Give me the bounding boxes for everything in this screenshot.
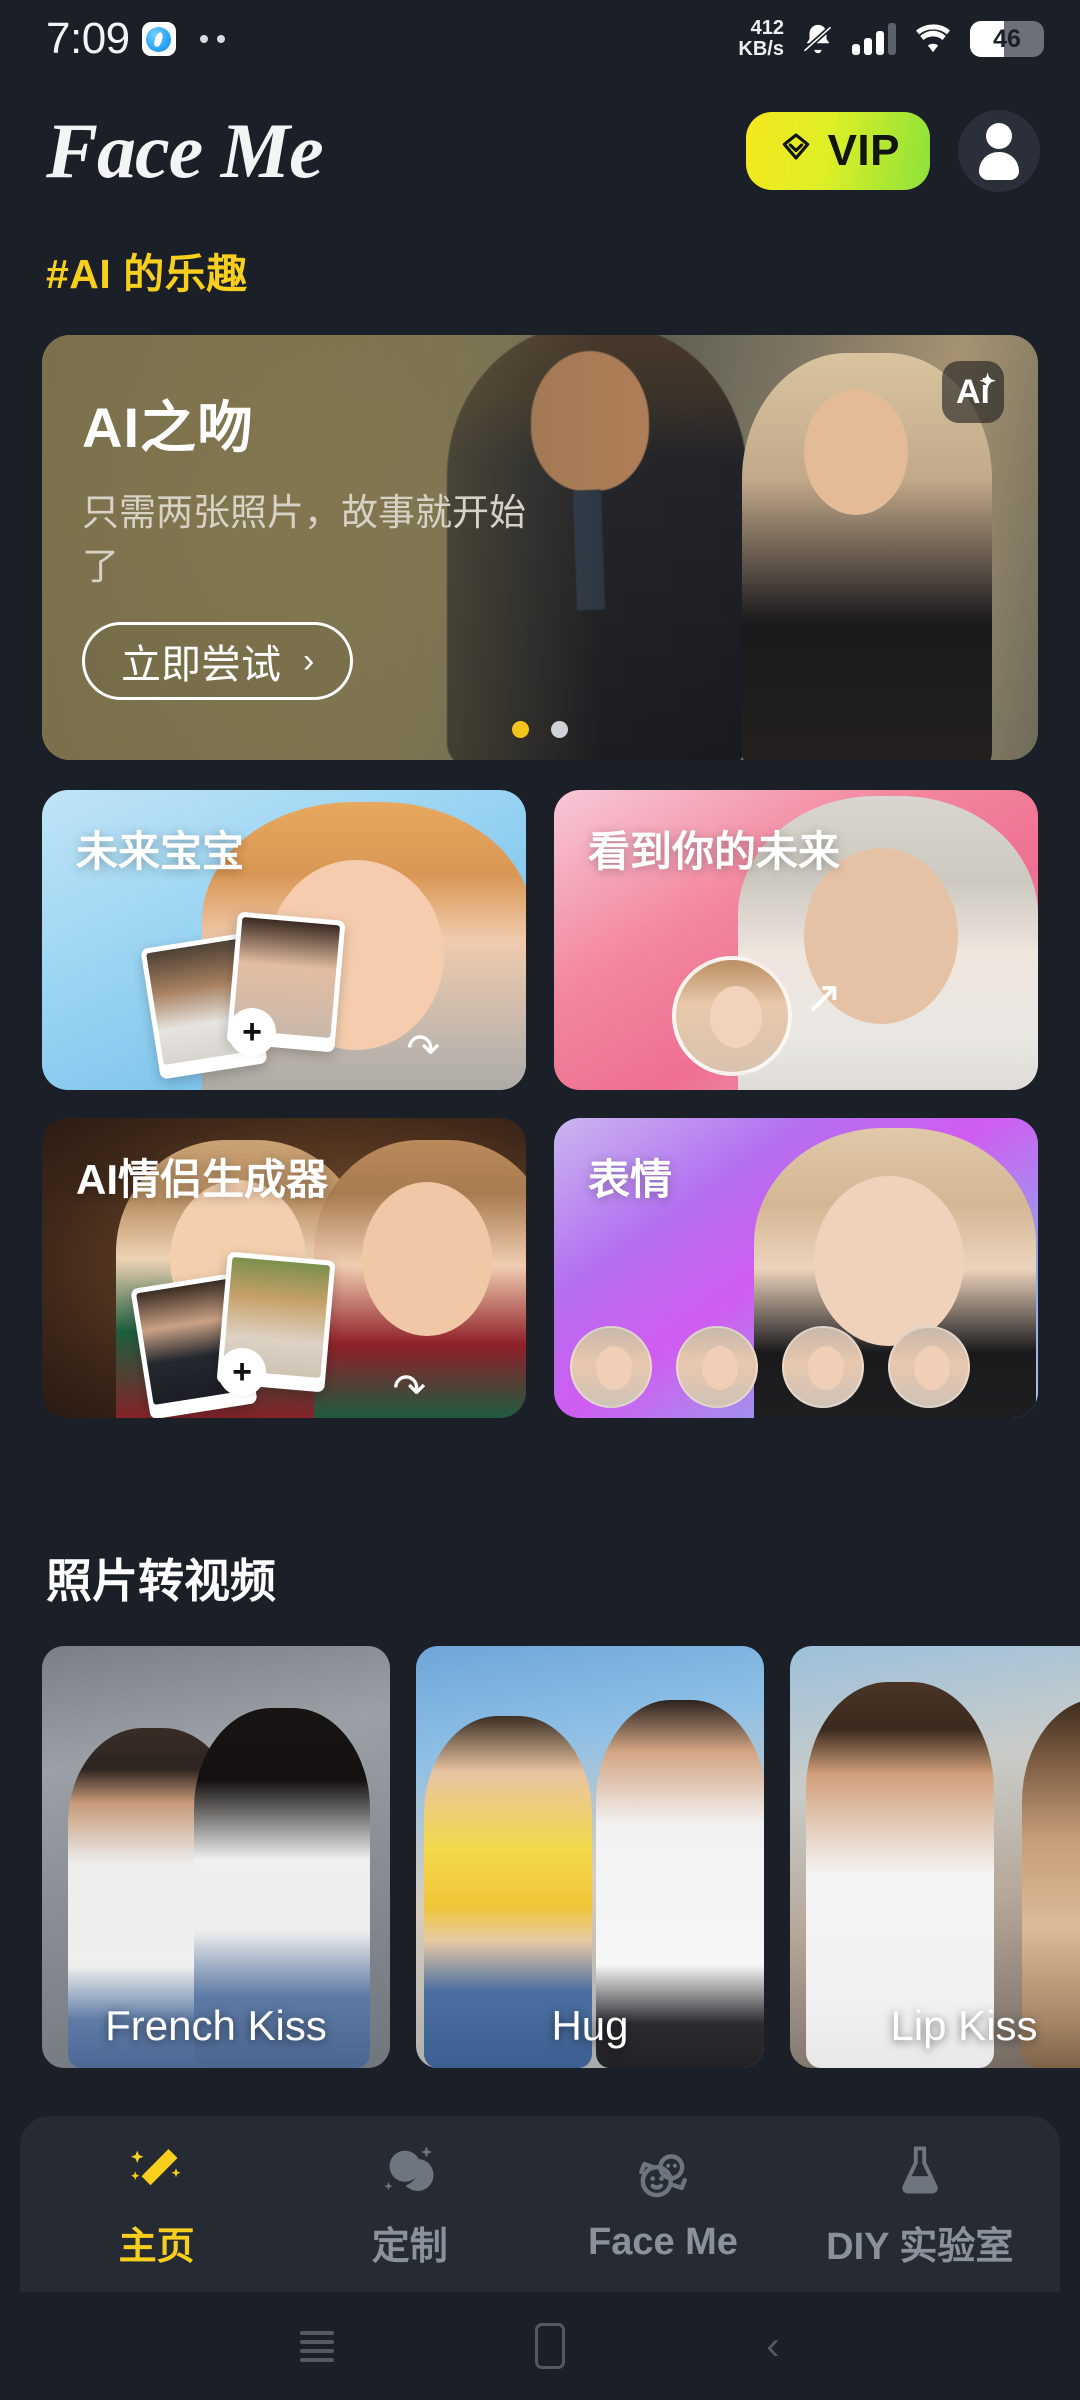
up-arrow-icon: ↗ bbox=[804, 971, 843, 1023]
bell-muted-icon bbox=[801, 22, 835, 56]
feature-card-label: AI情侣生成器 bbox=[76, 1156, 329, 1203]
home-icon[interactable] bbox=[535, 2323, 566, 2369]
cellular-signal-icon bbox=[852, 23, 896, 55]
section-title-ai-fun: #AI 的乐趣 bbox=[46, 251, 248, 297]
back-icon[interactable]: ‹ bbox=[766, 2326, 779, 2366]
user-avatar-icon[interactable] bbox=[958, 110, 1040, 192]
network-speed: 412 KB/s bbox=[738, 17, 784, 60]
recents-icon[interactable] bbox=[300, 2326, 335, 2367]
tab-face-me[interactable]: Face Me bbox=[573, 2145, 753, 2264]
magic-wand-icon bbox=[127, 2139, 187, 2201]
diamond-icon bbox=[776, 129, 816, 174]
notification-dots-icon bbox=[199, 35, 225, 43]
header-actions: VIP bbox=[745, 110, 1040, 192]
photo-pair-artwork: + bbox=[130, 1242, 390, 1418]
chevron-right-icon: › bbox=[303, 641, 315, 680]
tab-label: DIY 实验室 bbox=[826, 2225, 1014, 2268]
swirl-arrow-icon: ↷ bbox=[406, 1027, 440, 1071]
carousel-dot-1[interactable] bbox=[512, 721, 529, 738]
feature-card-label: 看到你的未来 bbox=[588, 828, 841, 875]
expression-thumb bbox=[888, 1326, 970, 1408]
face-sparkle-icon bbox=[380, 2139, 440, 2201]
status-bar: 7:09 412 KB/s 46 bbox=[0, 0, 1080, 78]
battery-indicator: 46 bbox=[970, 21, 1044, 57]
compass-icon bbox=[141, 22, 176, 56]
feature-card-grid: + ↷ 未来宝宝 ↗ 看到你的未来 + ↷ AI情侣生成器 表情 bbox=[42, 790, 1038, 1418]
feature-card-future-baby[interactable]: + ↷ 未来宝宝 bbox=[42, 790, 526, 1090]
expression-thumbnails bbox=[570, 1326, 970, 1408]
feature-card-ai-couple-generator[interactable]: + ↷ AI情侣生成器 bbox=[42, 1118, 526, 1418]
status-bar-right: 412 KB/s 46 bbox=[738, 18, 1044, 60]
ai-badge-icon: Ai ✦ bbox=[942, 361, 1004, 423]
plus-icon: + bbox=[218, 1348, 266, 1396]
vip-label: VIP bbox=[827, 126, 900, 175]
feature-card-see-your-future[interactable]: ↗ 看到你的未来 bbox=[554, 790, 1038, 1090]
app-screen: 7:09 412 KB/s 46 Face Me VIP #AI 的乐趣 Ai … bbox=[0, 0, 1080, 2400]
feature-card-label: 表情 bbox=[588, 1156, 673, 1203]
two-faces-icon bbox=[632, 2145, 694, 2207]
tab-label: 主页 bbox=[118, 2225, 195, 2268]
hero-title: AI之吻 bbox=[82, 396, 254, 459]
section-title-photo-to-video: 照片转视频 bbox=[46, 1555, 276, 1607]
swirl-arrow-icon: ↷ bbox=[392, 1367, 426, 1411]
video-card-hug[interactable]: Hug bbox=[416, 1646, 764, 2068]
tab-label: Face Me bbox=[587, 2220, 738, 2263]
circle-face-artwork bbox=[672, 956, 792, 1076]
video-card-label: Hug bbox=[551, 2002, 629, 2049]
bottom-tab-bar: 主页 定制 Face Me DIY 实验室 bbox=[20, 2116, 1060, 2292]
photo-pair-artwork: + bbox=[140, 902, 400, 1080]
flask-icon bbox=[892, 2139, 948, 2201]
video-card-label: French Kiss bbox=[105, 2002, 327, 2049]
tab-custom[interactable]: 定制 bbox=[320, 2139, 500, 2270]
hero-subtitle: 只需两张照片，故事就开始了 bbox=[82, 492, 526, 587]
status-time: 7:09 bbox=[46, 14, 130, 63]
battery-level: 46 bbox=[993, 24, 1021, 53]
feature-card-label: 未来宝宝 bbox=[76, 828, 245, 875]
expression-thumb bbox=[782, 1326, 864, 1408]
hero-content: AI之吻 只需两张照片，故事就开始了 立即尝试 › bbox=[82, 383, 642, 700]
tab-label: 定制 bbox=[371, 2225, 448, 2268]
hero-cta-label: 立即尝试 bbox=[121, 643, 281, 687]
wifi-icon bbox=[913, 23, 953, 55]
tab-diy-lab[interactable]: DIY 实验室 bbox=[826, 2139, 1013, 2270]
video-card-french-kiss[interactable]: French Kiss bbox=[42, 1646, 390, 2068]
android-navigation-bar: ‹ bbox=[0, 2292, 1080, 2400]
tab-home[interactable]: 主页 bbox=[67, 2139, 247, 2270]
plus-icon: + bbox=[228, 1008, 276, 1056]
expression-thumb bbox=[570, 1326, 652, 1408]
feature-card-expression[interactable]: 表情 bbox=[554, 1118, 1038, 1418]
vip-button[interactable]: VIP bbox=[745, 112, 930, 190]
hero-cta-button[interactable]: 立即尝试 › bbox=[82, 622, 354, 700]
expression-thumb bbox=[676, 1326, 758, 1408]
app-header: Face Me VIP bbox=[0, 96, 1080, 206]
video-card-lip-kiss[interactable]: Lip Kiss bbox=[790, 1646, 1080, 2068]
video-carousel[interactable]: French Kiss Hug Lip Kiss bbox=[42, 1646, 1080, 2068]
video-card-label: Lip Kiss bbox=[890, 2002, 1038, 2049]
carousel-dot-2[interactable] bbox=[551, 721, 568, 738]
app-title: Face Me bbox=[46, 107, 324, 194]
hero-banner[interactable]: Ai ✦ AI之吻 只需两张照片，故事就开始了 立即尝试 › bbox=[42, 335, 1038, 760]
carousel-pagination[interactable] bbox=[512, 721, 568, 738]
status-bar-left: 7:09 bbox=[46, 14, 225, 64]
